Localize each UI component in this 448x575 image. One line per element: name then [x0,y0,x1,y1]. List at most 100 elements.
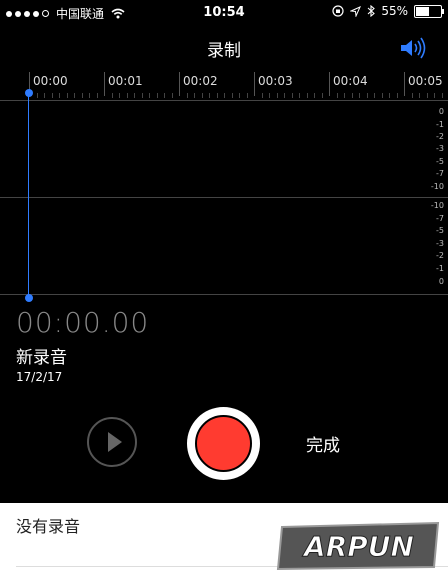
timeline-minor-tick [307,93,308,98]
timeline-minor-tick [374,93,375,98]
timeline-minor-tick [262,93,263,98]
elapsed-time: 00:00.00 [16,306,150,339]
timeline-minor-tick [359,93,360,98]
timeline-minor-tick [292,93,293,98]
recording-date: 17/2/17 [16,370,63,384]
waveform-top-line [0,100,448,101]
db-label: -5 [436,157,444,166]
timeline-minor-tick [389,93,390,98]
timeline-minor-tick [112,93,113,98]
timeline-minor-tick [419,93,420,98]
timeline-minor-tick [44,93,45,98]
timeline-minor-tick [157,93,158,98]
timeline-minor-tick [194,93,195,98]
db-label: -2 [436,132,444,141]
play-icon [108,432,122,452]
timeline-minor-tick [142,93,143,98]
timeline-minor-tick [127,93,128,98]
status-bar: 中国联通 10:54 55% [0,0,448,24]
recording-name[interactable]: 新录音 [16,343,67,368]
db-label: -7 [436,214,444,223]
playhead[interactable] [28,92,29,298]
timeline-major-tick [179,72,180,96]
location-icon [350,5,362,17]
db-label: -1 [436,264,444,273]
timeline-minor-tick [202,93,203,98]
timeline-minor-tick [344,93,345,98]
timeline-minor-tick [59,93,60,98]
timeline-minor-tick [352,93,353,98]
timeline-label: 00:03 [258,74,293,88]
timeline-minor-tick [37,93,38,98]
playhead-bottom-handle[interactable] [25,294,33,302]
playhead-top-handle[interactable] [25,89,33,97]
recordings-list: 没有录音 ARPUN [0,503,448,575]
timeline-major-tick [254,72,255,96]
waveform-center-line [0,197,448,198]
status-right-group: 55% [332,4,444,18]
record-icon [195,415,252,472]
bluetooth-icon [367,5,376,17]
db-label: 0 [438,107,444,116]
speaker-icon[interactable] [398,36,428,60]
timeline-minor-tick [89,93,90,98]
timeline-minor-tick [164,93,165,98]
timeline-minor-tick [67,93,68,98]
timeline-major-tick [104,72,105,96]
battery-percent: 55% [381,4,408,18]
timeline-minor-tick [434,93,435,98]
timeline-minor-tick [232,93,233,98]
timeline-label: 00:05 [408,74,443,88]
timeline-minor-tick [277,93,278,98]
timeline-minor-tick [74,93,75,98]
timeline-minor-tick [224,93,225,98]
timeline-minor-tick [247,93,248,98]
db-label: -1 [436,120,444,129]
timeline-minor-tick [284,93,285,98]
timeline-minor-tick [149,93,150,98]
svg-text:ARPUN: ARPUN [302,530,414,563]
timeline-minor-tick [239,93,240,98]
page-title: 录制 [207,41,241,61]
db-label: -10 [430,201,444,210]
db-label: -3 [436,144,444,153]
timeline-minor-tick [337,93,338,98]
battery-fill [416,6,430,16]
battery-icon [414,4,444,18]
db-label: -3 [436,239,444,248]
timeline-minor-tick [322,93,323,98]
timeline-minor-tick [97,93,98,98]
timeline-major-tick [329,72,330,96]
waveform-bottom-line [0,294,448,295]
db-label: -2 [436,251,444,260]
timeline-minor-tick [187,93,188,98]
timeline-minor-tick [427,93,428,98]
db-label: -7 [436,169,444,178]
timeline-ruler[interactable]: 00:00 00:01 00:02 00:03 00:04 00:05 [0,66,448,101]
timeline-minor-tick [314,93,315,98]
timeline-minor-tick [442,93,443,98]
timeline-label: 00:01 [108,74,143,88]
timeline-minor-tick [382,93,383,98]
rotation-lock-icon [332,5,344,17]
timeline-label: 00:02 [183,74,218,88]
timeline-minor-tick [412,93,413,98]
record-button[interactable] [187,407,260,480]
timeline-minor-tick [299,93,300,98]
timeline-minor-tick [172,93,173,98]
timeline-minor-tick [397,93,398,98]
db-label: -10 [430,182,444,191]
play-button[interactable] [87,417,137,467]
timeline-label: 00:04 [333,74,368,88]
timeline-minor-tick [269,93,270,98]
watermark-logo: ARPUN [276,521,440,571]
empty-list-label: 没有录音 [16,517,81,536]
db-label: 0 [438,277,444,286]
done-button[interactable]: 完成 [306,431,340,456]
timeline-label: 00:00 [33,74,68,88]
timeline-major-tick [404,72,405,96]
waveform-area: 0 -1 -2 -3 -5 -7 -10 -10 -7 -5 -3 -2 -1 … [0,100,448,295]
timeline-minor-tick [119,93,120,98]
timeline-minor-tick [52,93,53,98]
timeline-minor-tick [82,93,83,98]
